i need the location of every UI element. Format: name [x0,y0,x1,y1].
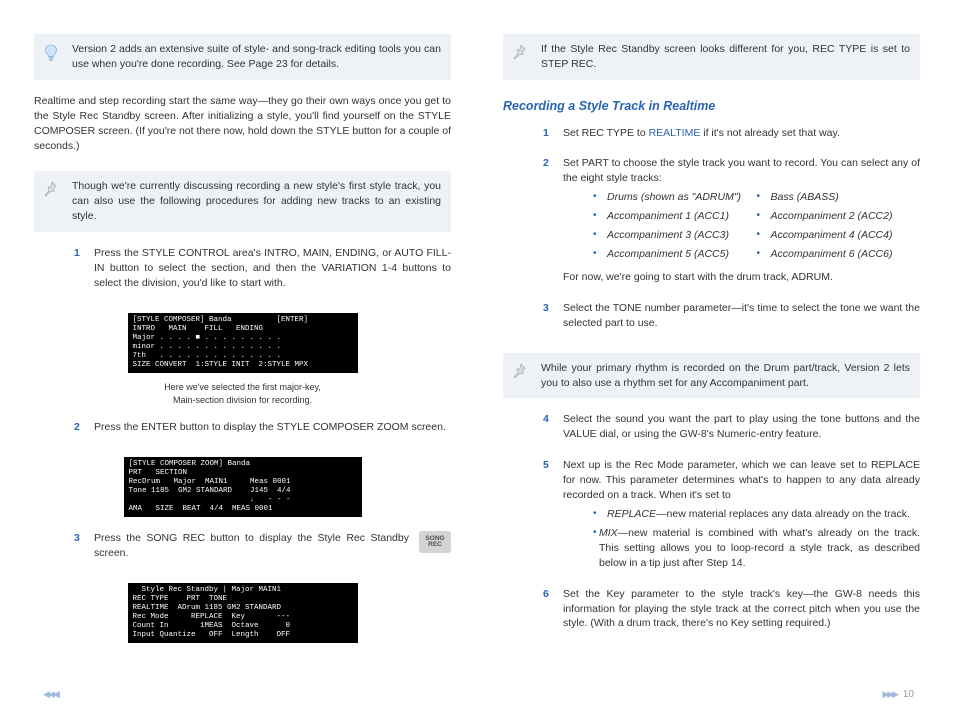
lightbulb-icon [40,42,62,62]
chevron-left-icon: ◀◀◀ [43,689,58,699]
step-text: Select the sound you want the part to pl… [563,412,920,442]
r-step-3: 3 Select the TONE number parameter—it's … [543,301,920,335]
note-box-rec-type: If the Style Rec Standby screen looks di… [503,34,920,80]
tip-box-version2: Version 2 adds an extensive suite of sty… [34,34,451,80]
chevron-right-icon: ▶▶▶ [882,689,897,699]
pin-icon [509,361,531,379]
realtime-link[interactable]: REALTIME [649,127,701,139]
step-number: 5 [543,458,563,574]
col-a: •Drums (shown as "ADRUM") •Accompaniment… [593,190,757,266]
screenshot-caption: Here we've selected the first major-key,… [164,381,321,407]
step-text: Next up is the Rec Mode parameter, which… [563,458,920,503]
intro-paragraph: Realtime and step recording start the sa… [34,94,451,154]
step-number: 1 [543,126,563,145]
r-step-5: 5 Next up is the Rec Mode parameter, whi… [543,458,920,574]
step-text: Select the TONE number parameter—it's ti… [563,301,920,331]
pin-icon [509,42,531,60]
step-2: 2 Press the ENTER button to display the … [74,420,451,439]
right-column: If the Style Rec Standby screen looks di… [497,28,920,696]
step-text: Press the ENTER button to display the ST… [94,420,451,435]
step-text: Press the SONG REC button to display the… [94,531,451,561]
r-step-4: 4 Select the sound you want the part to … [543,412,920,446]
step-number: 3 [74,531,94,565]
note-text: While your primary rhythm is recorded on… [541,361,910,391]
screenshot-style-rec-standby: Style Rec Standby | Major MAIN1 REC TYPE… [128,583,358,643]
option-mix: •MIX—new material is combined with what'… [593,526,920,571]
step-text: Set PART to choose the style track you w… [563,156,920,186]
song-rec-button-graphic: SONG REC [419,531,451,553]
note-text: Though we're currently discussing record… [72,179,441,224]
step-number: 2 [543,156,563,288]
r-step-1: 1 Set REC TYPE to REALTIME if it's not a… [543,126,920,145]
note-box-rhythm-set: While your primary rhythm is recorded on… [503,353,920,399]
page-number: 10 [903,689,914,700]
step-number: 1 [74,246,94,295]
footer-next[interactable]: ▶▶▶ 10 [879,688,914,702]
note-text: If the Style Rec Standby screen looks di… [541,42,910,72]
left-column: Version 2 adds an extensive suite of sty… [34,28,457,696]
note-box-existing-style: Though we're currently discussing record… [34,171,451,232]
screenshot-style-composer-zoom: [STYLE COMPOSER ZOOM] Banda PRT SECTION … [124,457,362,517]
step-number: 3 [543,301,563,335]
step-number: 2 [74,420,94,439]
r-step-6: 6 Set the Key parameter to the style tra… [543,587,920,636]
step-2-after: For now, we're going to start with the d… [563,270,920,285]
col-b: •Bass (ABASS) •Accompaniment 2 (ACC2) •A… [757,190,921,266]
screenshot-style-composer: [STYLE COMPOSER] Banda [ENTER] INTRO MAI… [128,313,358,373]
r-step-2: 2 Set PART to choose the style track you… [543,156,920,288]
tip-text: Version 2 adds an extensive suite of sty… [72,42,441,72]
option-replace: •REPLACE—new material replaces any data … [593,507,920,522]
rec-mode-options: •REPLACE—new material replaces any data … [593,507,920,571]
step-1: 1 Press the STYLE CONTROL area's INTRO, … [74,246,451,295]
step-3: 3 SONG REC Press the SONG REC button to … [74,531,451,565]
style-tracks-list: •Drums (shown as "ADRUM") •Accompaniment… [593,190,920,266]
step-number: 6 [543,587,563,636]
footer-prev[interactable]: ◀◀◀ [40,688,61,702]
pin-icon [40,179,62,197]
step-text: Set REC TYPE to REALTIME if it's not alr… [563,126,920,141]
step-text: Set the Key parameter to the style track… [563,587,920,632]
step-number: 4 [543,412,563,446]
section-heading: Recording a Style Track in Realtime [503,98,920,116]
step-text: Press the STYLE CONTROL area's INTRO, MA… [94,246,451,291]
